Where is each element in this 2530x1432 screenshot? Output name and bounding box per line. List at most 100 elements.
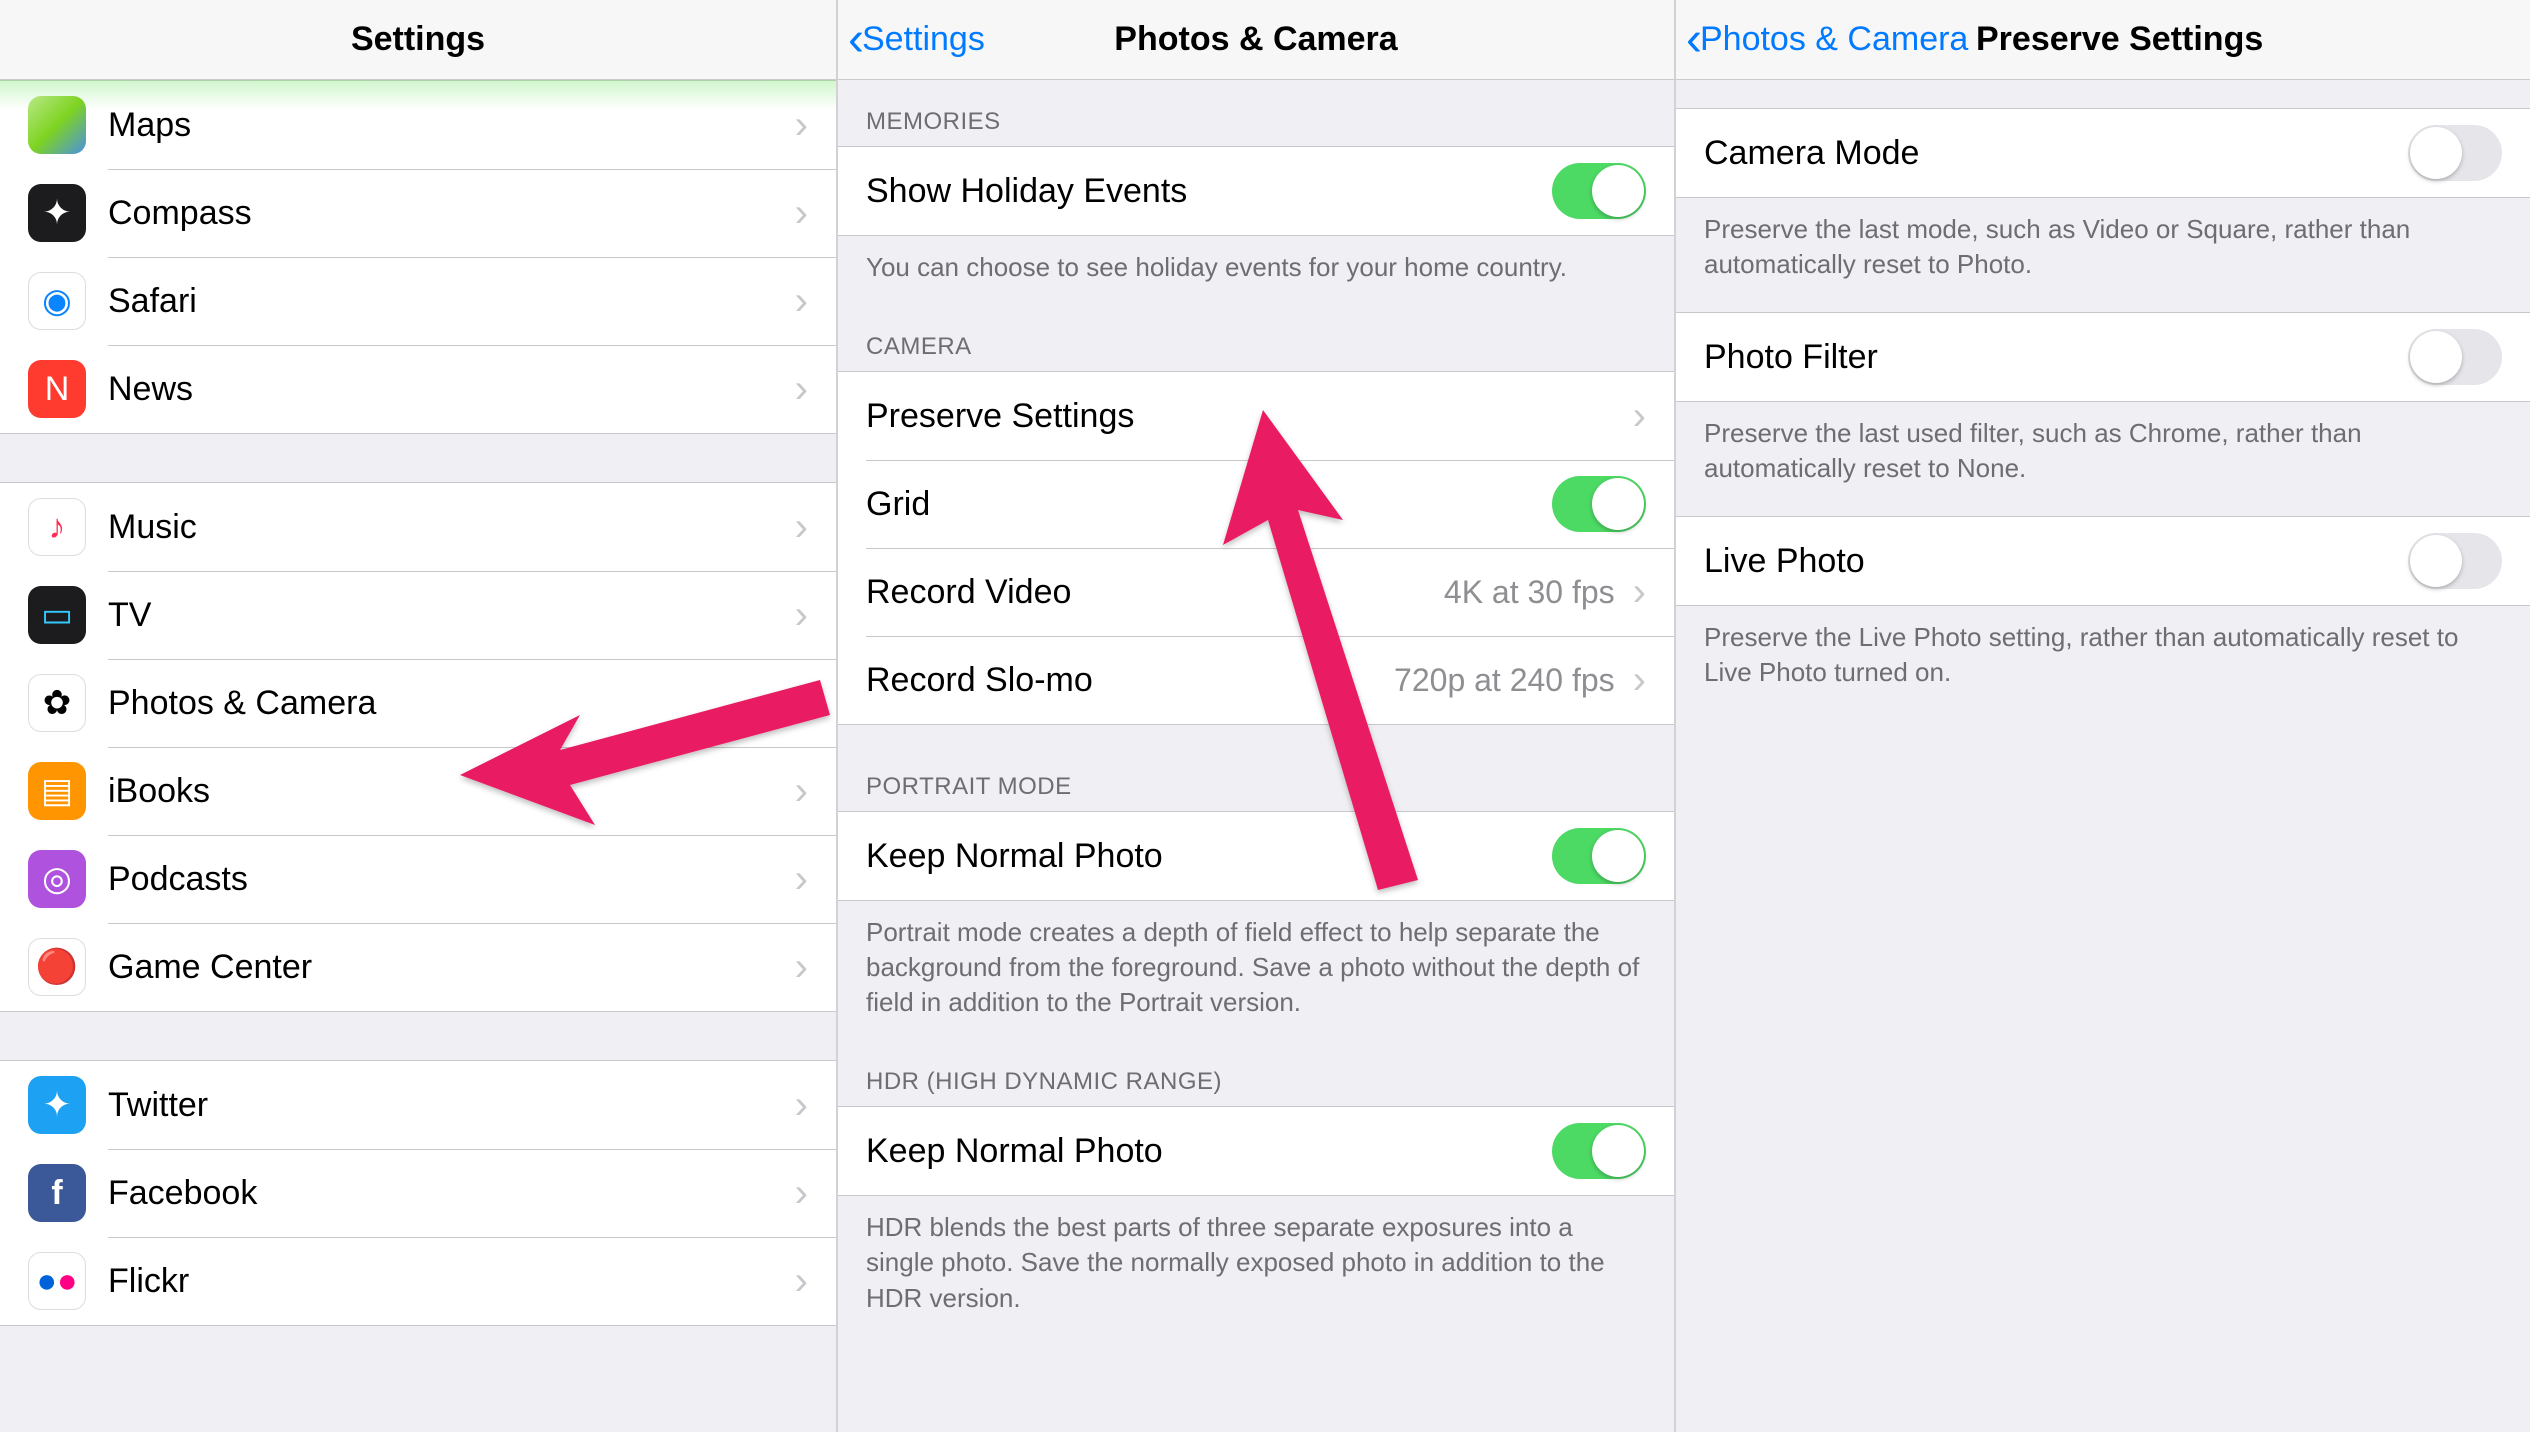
- chevron-right-icon: ›: [795, 191, 808, 236]
- navbar-photos-camera: ‹ Settings Photos & Camera: [838, 0, 1674, 80]
- row-twitter[interactable]: ✦ Twitter ›: [0, 1061, 836, 1149]
- row-label: Record Video: [866, 573, 1444, 612]
- toggle-keep-normal-hdr[interactable]: [1552, 1123, 1646, 1179]
- toggle-photo-filter[interactable]: [2408, 329, 2502, 385]
- chevron-right-icon: ›: [795, 1083, 808, 1128]
- ibooks-icon: ▤: [28, 762, 86, 820]
- row-safari[interactable]: ◉ Safari ›: [0, 257, 836, 345]
- row-keep-normal-hdr[interactable]: Keep Normal Photo: [838, 1107, 1674, 1195]
- photos-icon: ✿: [28, 674, 86, 732]
- chevron-right-icon: ›: [795, 593, 808, 638]
- chevron-right-icon: ›: [795, 367, 808, 412]
- podcasts-icon: ◎: [28, 850, 86, 908]
- row-label: Maps: [108, 106, 787, 145]
- group-camera: Preserve Settings › Grid Record Video 4K…: [838, 371, 1674, 725]
- settings-group-2: ♪ Music › ▭ TV › ✿ Photos & Camera › ▤ i…: [0, 482, 836, 1012]
- section-footer-memories: You can choose to see holiday events for…: [838, 236, 1674, 305]
- row-label: Record Slo-mo: [866, 661, 1394, 700]
- settings-group-1: Maps › ✦ Compass › ◉ Safari › N News ›: [0, 80, 836, 434]
- toggle-live-photo[interactable]: [2408, 533, 2502, 589]
- chevron-right-icon: ›: [795, 945, 808, 990]
- row-facebook[interactable]: f Facebook ›: [0, 1149, 836, 1237]
- section-header-camera: CAMERA: [838, 305, 1674, 371]
- flickr-icon: ●●: [28, 1252, 86, 1310]
- row-record-slomo[interactable]: Record Slo-mo 720p at 240 fps ›: [838, 636, 1674, 724]
- row-label: Safari: [108, 282, 787, 321]
- music-icon: ♪: [28, 498, 86, 556]
- row-tv[interactable]: ▭ TV ›: [0, 571, 836, 659]
- row-live-photo[interactable]: Live Photo: [1676, 517, 2530, 605]
- settings-panel: Settings Maps › ✦ Compass › ◉ Safari › N…: [0, 0, 838, 1432]
- row-label: Photo Filter: [1704, 338, 2408, 377]
- row-news[interactable]: N News ›: [0, 345, 836, 433]
- back-button[interactable]: ‹ Photos & Camera: [1686, 16, 1968, 64]
- row-maps[interactable]: Maps ›: [0, 81, 836, 169]
- section-footer-camera-mode: Preserve the last mode, such as Video or…: [1676, 198, 2530, 302]
- chevron-right-icon: ›: [1633, 394, 1646, 439]
- page-title: Settings: [0, 20, 836, 59]
- gamecenter-icon: 🔴: [28, 938, 86, 996]
- row-label: Show Holiday Events: [866, 172, 1552, 211]
- row-label: News: [108, 370, 787, 409]
- chevron-right-icon: ›: [795, 1259, 808, 1304]
- chevron-right-icon: ›: [1633, 570, 1646, 615]
- row-label: Flickr: [108, 1262, 787, 1301]
- back-label: Photos & Camera: [1700, 20, 1968, 59]
- row-label: Facebook: [108, 1174, 787, 1213]
- chevron-right-icon: ›: [795, 769, 808, 814]
- row-photo-filter[interactable]: Photo Filter: [1676, 313, 2530, 401]
- navbar-settings: Settings: [0, 0, 836, 80]
- row-ibooks[interactable]: ▤ iBooks ›: [0, 747, 836, 835]
- safari-icon: ◉: [28, 272, 86, 330]
- group-live-photo: Live Photo: [1676, 516, 2530, 606]
- row-label: Photos & Camera: [108, 684, 787, 723]
- row-detail: 4K at 30 fps: [1444, 574, 1615, 611]
- photos-camera-panel: ‹ Settings Photos & Camera MEMORIES Show…: [838, 0, 1676, 1432]
- section-footer-portrait: Portrait mode creates a depth of field e…: [838, 901, 1674, 1040]
- toggle-show-holiday[interactable]: [1552, 163, 1646, 219]
- group-photo-filter: Photo Filter: [1676, 312, 2530, 402]
- row-camera-mode[interactable]: Camera Mode: [1676, 109, 2530, 197]
- group-portrait: Keep Normal Photo: [838, 811, 1674, 901]
- toggle-grid[interactable]: [1552, 476, 1646, 532]
- row-label: iBooks: [108, 772, 787, 811]
- section-header-memories: MEMORIES: [838, 80, 1674, 146]
- maps-icon: [28, 96, 86, 154]
- news-icon: N: [28, 360, 86, 418]
- preserve-settings-panel: ‹ Photos & Camera Preserve Settings Came…: [1676, 0, 2530, 1432]
- row-label: Live Photo: [1704, 542, 2408, 581]
- toggle-keep-normal-portrait[interactable]: [1552, 828, 1646, 884]
- row-music[interactable]: ♪ Music ›: [0, 483, 836, 571]
- settings-group-3: ✦ Twitter › f Facebook › ●● Flickr ›: [0, 1060, 836, 1326]
- compass-icon: ✦: [28, 184, 86, 242]
- group-memories: Show Holiday Events: [838, 146, 1674, 236]
- row-record-video[interactable]: Record Video 4K at 30 fps ›: [838, 548, 1674, 636]
- toggle-camera-mode[interactable]: [2408, 125, 2502, 181]
- row-preserve-settings[interactable]: Preserve Settings ›: [838, 372, 1674, 460]
- section-footer-hdr: HDR blends the best parts of three separ…: [838, 1196, 1674, 1335]
- chevron-right-icon: ›: [795, 279, 808, 324]
- row-label: Grid: [866, 485, 1552, 524]
- row-label: Podcasts: [108, 860, 787, 899]
- tv-icon: ▭: [28, 586, 86, 644]
- row-label: Keep Normal Photo: [866, 837, 1552, 876]
- group-camera-mode: Camera Mode: [1676, 108, 2530, 198]
- twitter-icon: ✦: [28, 1076, 86, 1134]
- row-show-holiday-events[interactable]: Show Holiday Events: [838, 147, 1674, 235]
- row-label: Twitter: [108, 1086, 787, 1125]
- row-flickr[interactable]: ●● Flickr ›: [0, 1237, 836, 1325]
- chevron-right-icon: ›: [795, 103, 808, 148]
- back-button[interactable]: ‹ Settings: [848, 16, 985, 64]
- row-label: Game Center: [108, 948, 787, 987]
- row-photos-camera[interactable]: ✿ Photos & Camera ›: [0, 659, 836, 747]
- row-game-center[interactable]: 🔴 Game Center ›: [0, 923, 836, 1011]
- chevron-right-icon: ›: [795, 681, 808, 726]
- row-compass[interactable]: ✦ Compass ›: [0, 169, 836, 257]
- chevron-right-icon: ›: [795, 1171, 808, 1216]
- row-keep-normal-portrait[interactable]: Keep Normal Photo: [838, 812, 1674, 900]
- row-podcasts[interactable]: ◎ Podcasts ›: [0, 835, 836, 923]
- row-grid[interactable]: Grid: [838, 460, 1674, 548]
- row-label: Preserve Settings: [866, 397, 1625, 436]
- section-footer-live-photo: Preserve the Live Photo setting, rather …: [1676, 606, 2530, 710]
- row-label: Music: [108, 508, 787, 547]
